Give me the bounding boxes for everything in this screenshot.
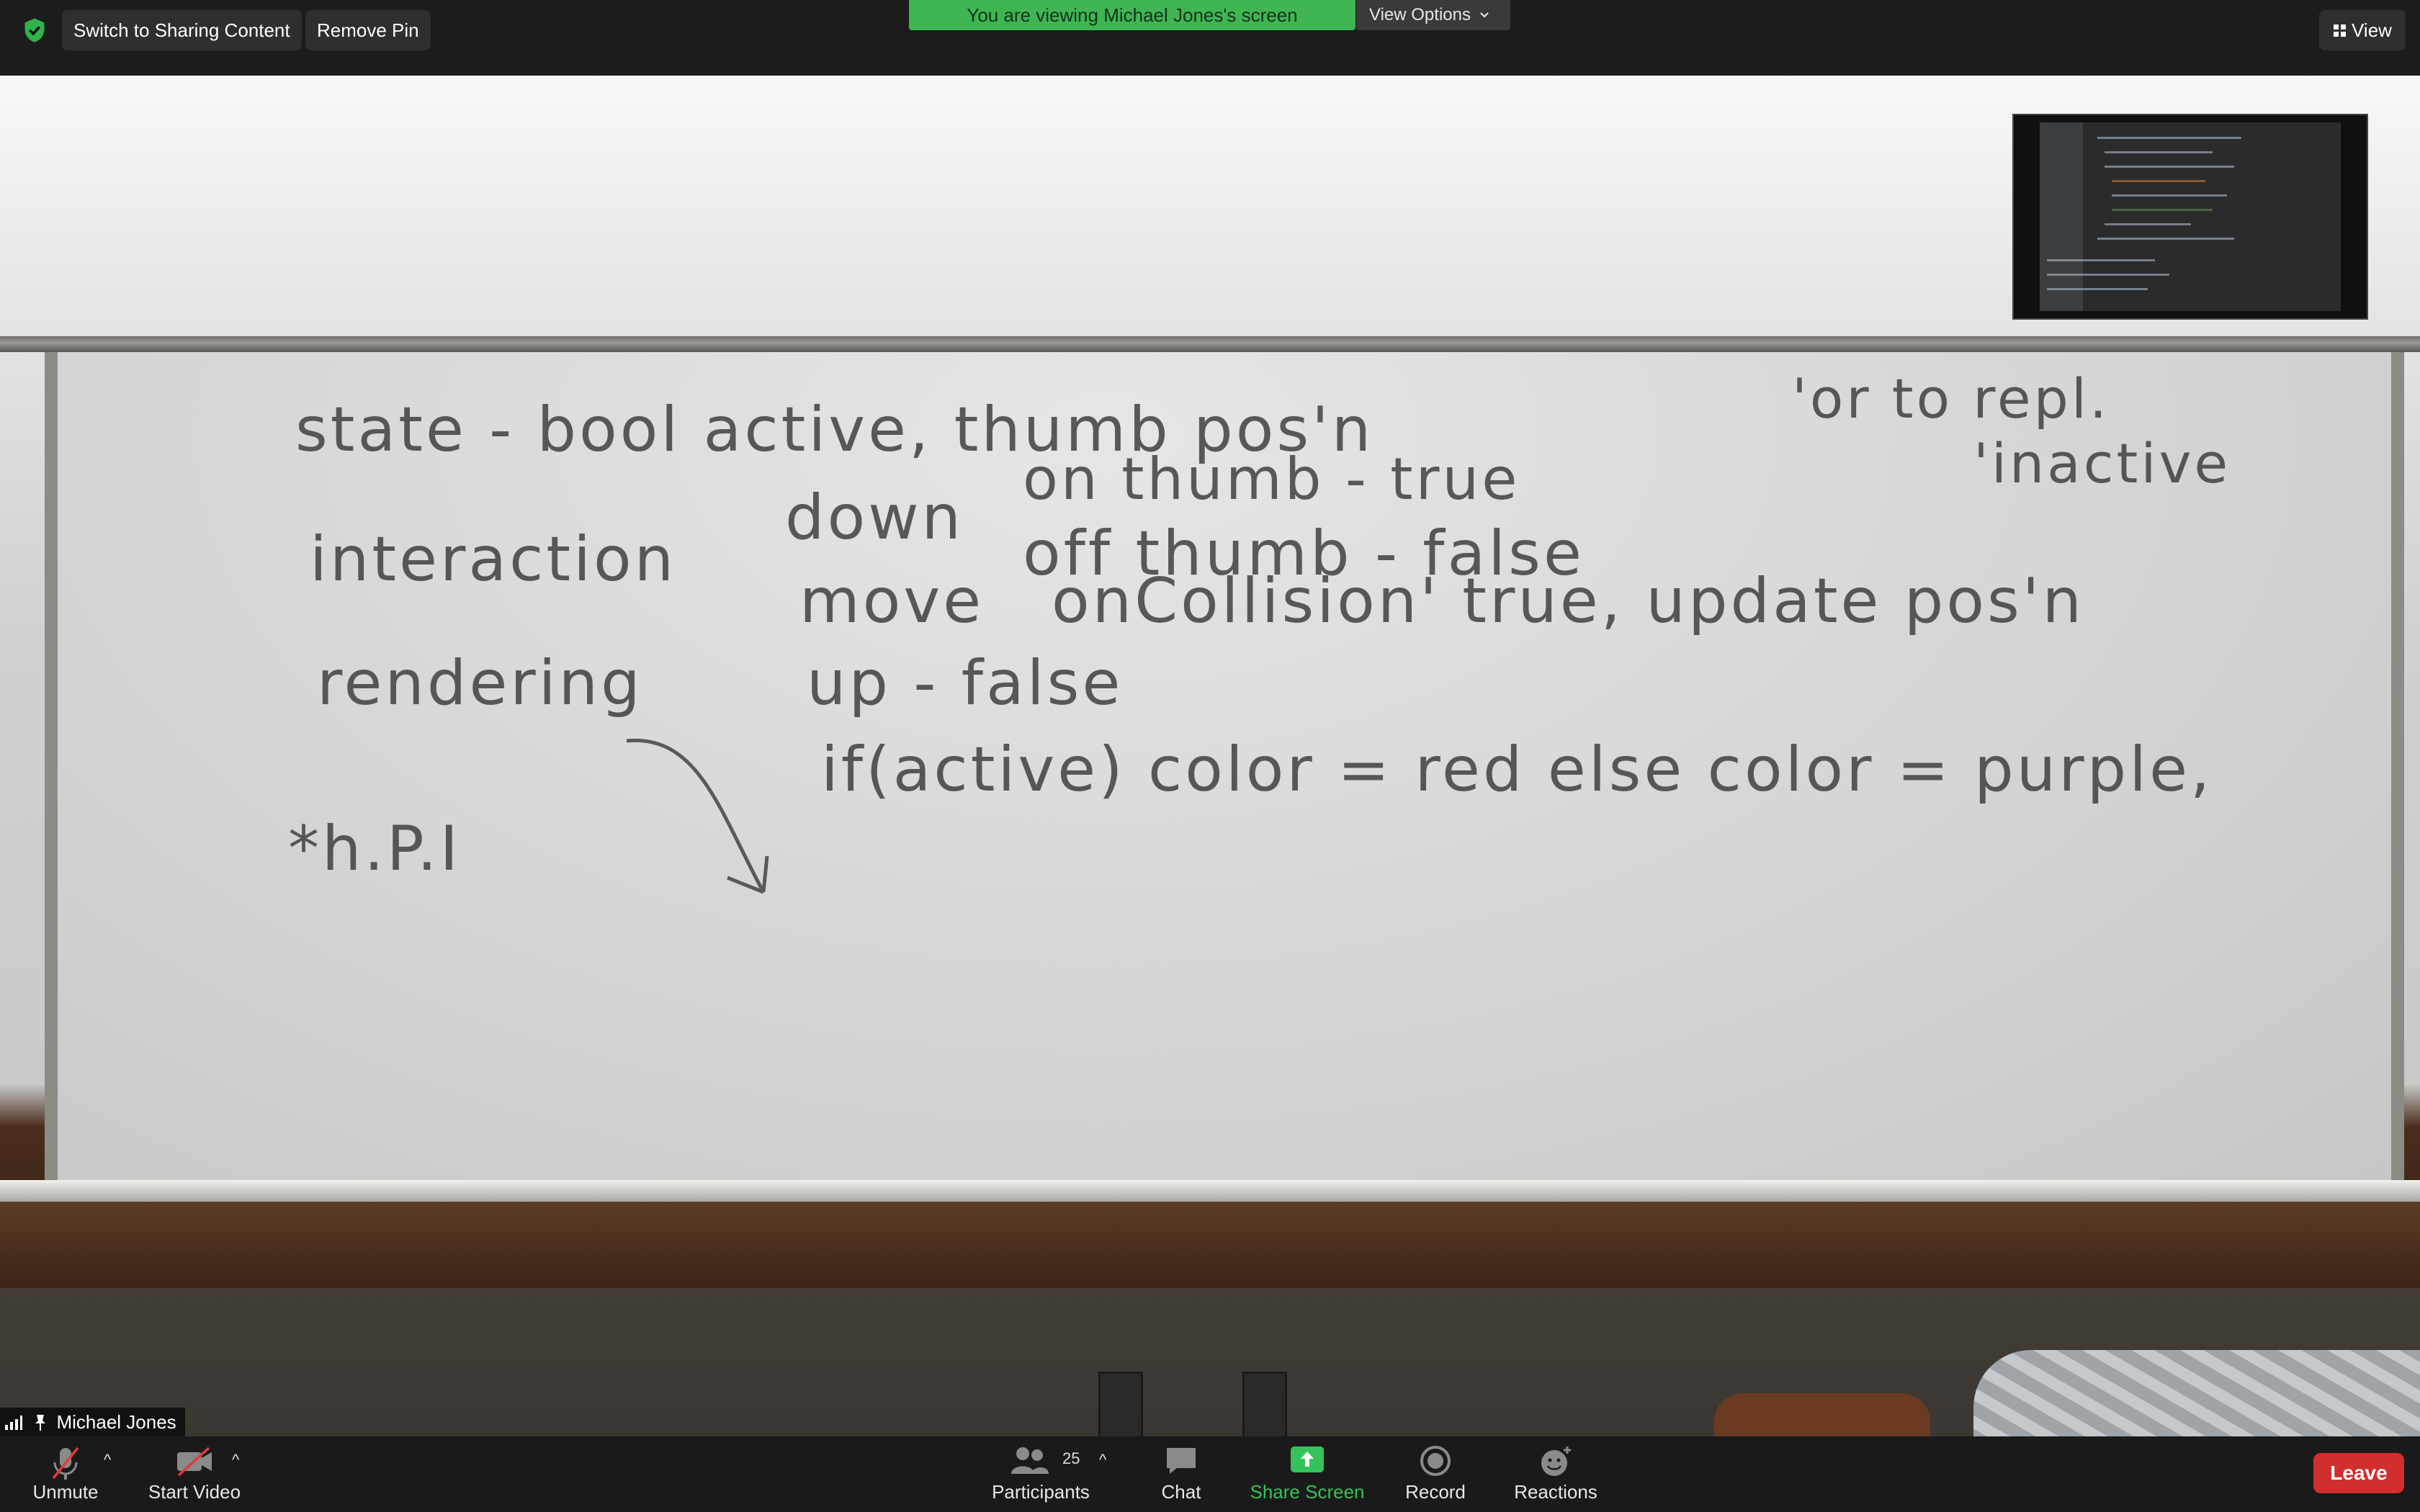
whiteboard: state - bool active, thumb pos'n 'or to … bbox=[45, 352, 2404, 1180]
board-rail bbox=[0, 336, 2420, 352]
whiteboard-line: interaction bbox=[310, 523, 677, 595]
participant-name-tag: Michael Jones bbox=[0, 1408, 185, 1436]
wall-outlet bbox=[1098, 1372, 1143, 1436]
share-screen-button[interactable]: Share Screen bbox=[1246, 1436, 1368, 1512]
record-icon bbox=[1420, 1446, 1451, 1476]
console-line bbox=[2047, 274, 2169, 276]
meeting-toolbar: Unmute ^ Start Video ^ Participants 25 ^… bbox=[0, 1436, 2420, 1512]
participant-name: Michael Jones bbox=[56, 1411, 176, 1433]
console-line bbox=[2047, 288, 2148, 290]
shared-screen-view[interactable]: state - bool active, thumb pos'n 'or to … bbox=[0, 76, 2420, 1436]
ide-preview bbox=[2040, 122, 2341, 311]
whiteboard-line: up - false bbox=[807, 647, 1124, 719]
code-line bbox=[2112, 194, 2227, 197]
whiteboard-line: onCollision' true, update pos'n bbox=[1052, 565, 2084, 637]
jacket bbox=[1973, 1350, 2420, 1436]
participants-icon bbox=[1011, 1447, 1049, 1474]
whiteboard-line: *h.P.I bbox=[288, 813, 462, 885]
whiteboard-line: 'or to repl. bbox=[1792, 366, 2110, 431]
wood-ledge bbox=[0, 1202, 2420, 1288]
reactions-label: Reactions bbox=[1514, 1481, 1597, 1503]
chat-button[interactable]: Chat bbox=[1145, 1436, 1217, 1512]
record-label: Record bbox=[1405, 1481, 1466, 1503]
whiteboard-line: move bbox=[799, 565, 985, 637]
remove-pin-button[interactable]: Remove Pin bbox=[305, 10, 431, 50]
pin-icon bbox=[30, 1408, 51, 1436]
share-screen-label: Share Screen bbox=[1250, 1481, 1365, 1503]
unmute-label: Unmute bbox=[32, 1481, 99, 1503]
whiteboard-line: if(active) color = red else color = purp… bbox=[821, 734, 2213, 806]
participants-button[interactable]: Participants bbox=[987, 1436, 1095, 1512]
participants-count: 25 bbox=[1062, 1449, 1080, 1467]
mic-muted-icon bbox=[52, 1446, 79, 1480]
reactions-icon bbox=[1541, 1446, 1571, 1476]
code-line bbox=[2105, 151, 2213, 153]
code-line bbox=[2097, 137, 2241, 139]
whiteboard-line: down bbox=[785, 482, 964, 554]
unmute-button[interactable]: Unmute bbox=[26, 1436, 105, 1512]
chat-icon bbox=[1167, 1448, 1196, 1474]
code-line bbox=[2112, 209, 2213, 211]
record-button[interactable]: Record bbox=[1397, 1436, 1474, 1512]
whiteboard-line: on thumb - true bbox=[1023, 446, 1520, 513]
start-video-button[interactable]: Start Video bbox=[144, 1436, 245, 1512]
leave-button[interactable]: Leave bbox=[2313, 1453, 2404, 1493]
shield-check-icon[interactable] bbox=[22, 17, 48, 43]
code-line bbox=[2112, 180, 2205, 182]
switch-to-sharing-content-button[interactable]: Switch to Sharing Content bbox=[62, 10, 302, 50]
chat-label: Chat bbox=[1161, 1481, 1201, 1503]
chalk-arrow bbox=[626, 738, 769, 894]
bag bbox=[1714, 1393, 1930, 1436]
signal-icon bbox=[5, 1416, 22, 1430]
chevron-down-icon bbox=[1480, 12, 1489, 18]
reactions-button[interactable]: Reactions bbox=[1505, 1436, 1606, 1512]
view-button-label: View bbox=[2352, 19, 2392, 41]
participants-options-caret[interactable]: ^ bbox=[1099, 1451, 1106, 1470]
audio-options-caret[interactable]: ^ bbox=[104, 1451, 111, 1470]
console-line bbox=[2047, 259, 2155, 261]
start-video-label: Start Video bbox=[148, 1481, 241, 1503]
meeting-top-bar: Switch to Sharing Content Remove Pin You… bbox=[0, 0, 2420, 76]
ide-sidebar bbox=[2040, 122, 2083, 311]
video-options-caret[interactable]: ^ bbox=[232, 1451, 239, 1470]
shared-content-thumbnail[interactable] bbox=[2012, 114, 2368, 320]
code-line bbox=[2105, 166, 2234, 168]
participants-label: Participants bbox=[992, 1481, 1090, 1503]
video-off-icon bbox=[177, 1446, 212, 1477]
wall-outlet bbox=[1242, 1372, 1287, 1436]
code-line bbox=[2105, 223, 2191, 225]
chalk-tray bbox=[0, 1180, 2420, 1202]
view-button[interactable]: View bbox=[2319, 10, 2406, 50]
whiteboard-line: 'inactive bbox=[1973, 431, 2231, 495]
whiteboard-line: rendering bbox=[317, 647, 643, 719]
share-screen-icon bbox=[1291, 1446, 1324, 1472]
view-options-label: View Options bbox=[1369, 5, 1471, 24]
viewing-screen-banner: You are viewing Michael Jones's screen bbox=[909, 0, 1355, 30]
view-options-dropdown[interactable]: View Options bbox=[1356, 0, 1510, 30]
grid-icon bbox=[2334, 24, 2347, 37]
code-line bbox=[2097, 238, 2234, 240]
